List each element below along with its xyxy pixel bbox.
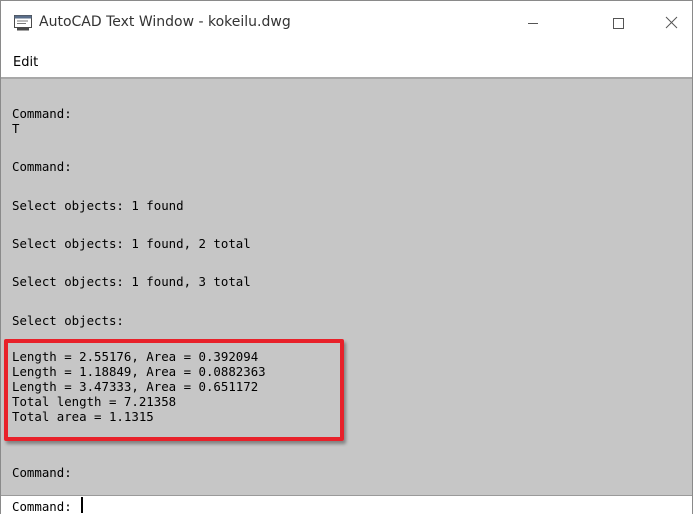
- window-title: AutoCAD Text Window - kokeilu.dwg: [39, 14, 291, 30]
- maximize-icon[interactable]: [598, 9, 638, 37]
- measurement-highlight-box: [4, 339, 344, 441]
- autocad-text-window-icon: [14, 15, 32, 31]
- close-icon[interactable]: [656, 9, 693, 37]
- history-line: Select objects:: [12, 313, 124, 328]
- autocad-text-window: AutoCAD Text Window - kokeilu.dwg Edit C…: [0, 0, 693, 515]
- menu-edit[interactable]: Edit: [13, 55, 38, 70]
- command-line[interactable]: Command:: [1, 495, 692, 515]
- history-line: Command:: [12, 159, 72, 174]
- minimize-icon[interactable]: [513, 9, 553, 37]
- history-line: Command:: [12, 106, 72, 121]
- menu-bar: Edit: [1, 50, 692, 76]
- history-line: Select objects: 1 found, 2 total: [12, 236, 251, 251]
- command-prompt: Command:: [12, 499, 72, 514]
- command-history[interactable]: Command: T Command: Select objects: 1 fo…: [1, 79, 692, 495]
- history-line: Command:: [12, 465, 72, 480]
- text-caret: [81, 497, 83, 513]
- title-bar[interactable]: AutoCAD Text Window - kokeilu.dwg: [1, 1, 692, 47]
- history-line: Select objects: 1 found: [12, 198, 184, 213]
- history-line: T: [12, 121, 20, 136]
- history-line: Select objects: 1 found, 3 total: [12, 274, 251, 289]
